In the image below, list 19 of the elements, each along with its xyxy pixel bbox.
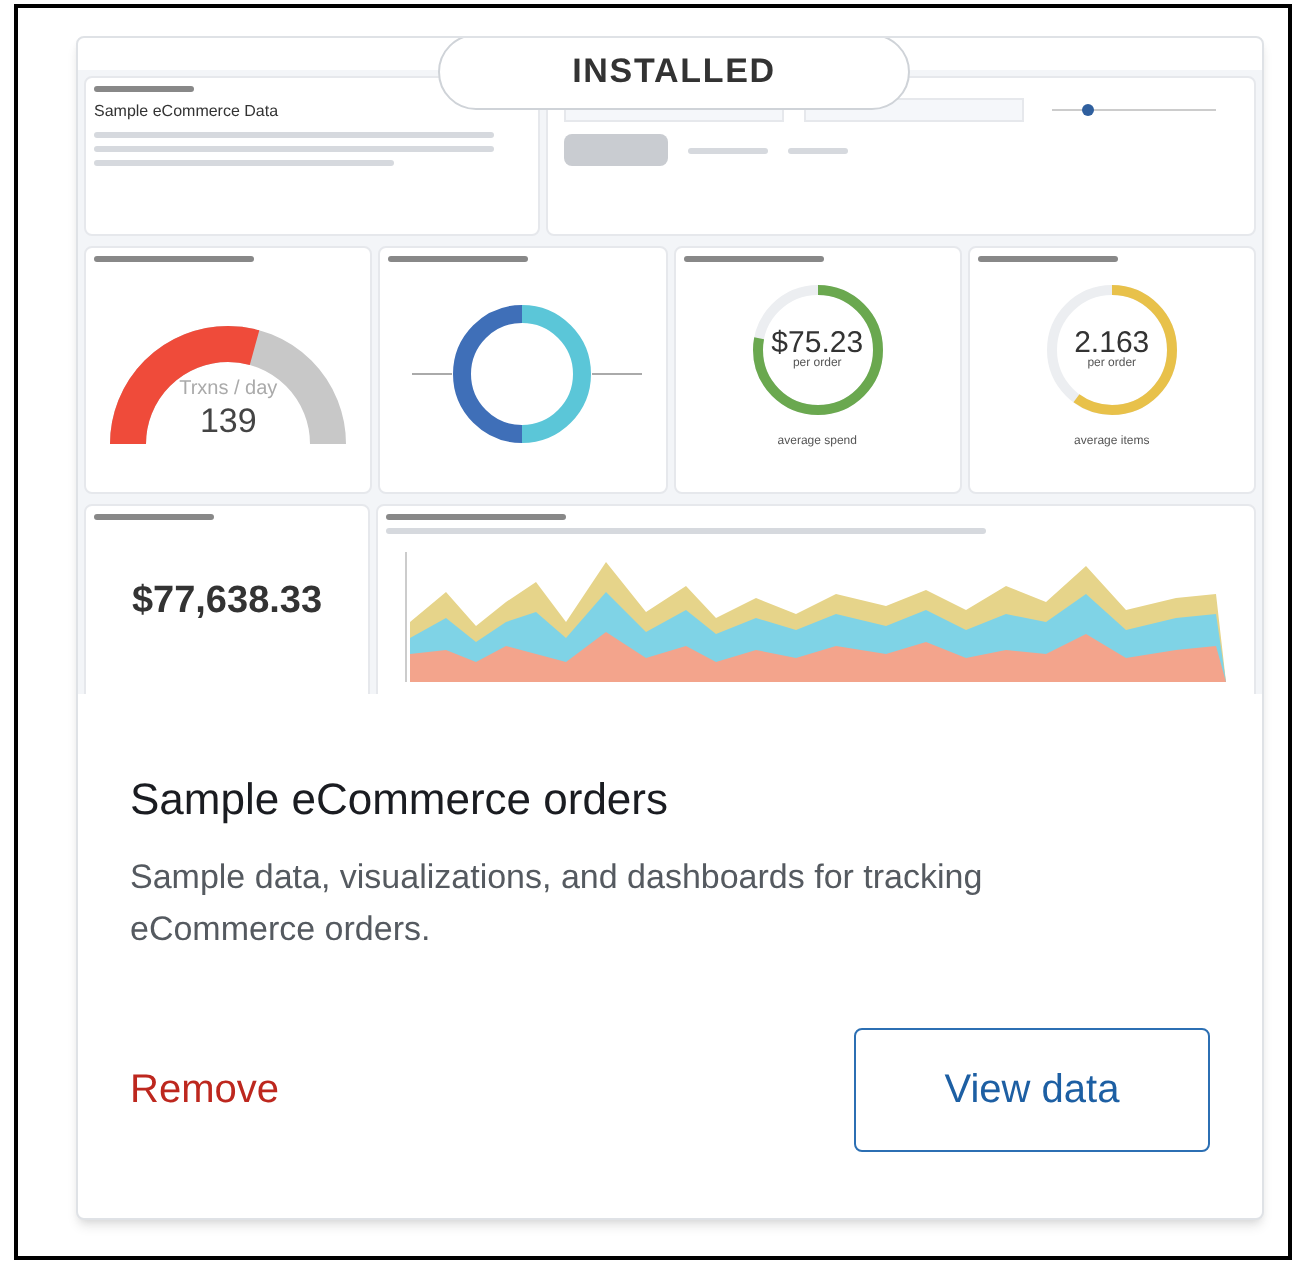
text-line <box>977 256 1118 262</box>
remove-link[interactable]: Remove <box>130 1060 279 1120</box>
text-line <box>683 256 823 262</box>
ring-value: $75.23 <box>771 327 864 358</box>
apply-button-shape <box>564 134 668 166</box>
total-revenue: $77,638.33 <box>131 578 323 627</box>
card-description: Sample data, visualizations, and dashboards for tracking eCommerce orders. <box>130 856 985 952</box>
text-line <box>94 514 214 520</box>
gauge-label: Trxns / day <box>179 376 278 404</box>
gauge-value: 139 <box>199 404 257 438</box>
view-data-button[interactable]: View data <box>854 1028 1210 1152</box>
card-title: Sample eCommerce orders <box>130 772 670 828</box>
text-line <box>94 86 194 92</box>
installed-badge: INSTALLED <box>438 38 910 110</box>
text-line <box>788 147 848 153</box>
ring-value: 2.163 <box>1074 327 1150 358</box>
text-line <box>688 147 768 153</box>
dashboard-title: Sample eCommerce Data <box>94 100 281 124</box>
text-line <box>388 256 529 262</box>
